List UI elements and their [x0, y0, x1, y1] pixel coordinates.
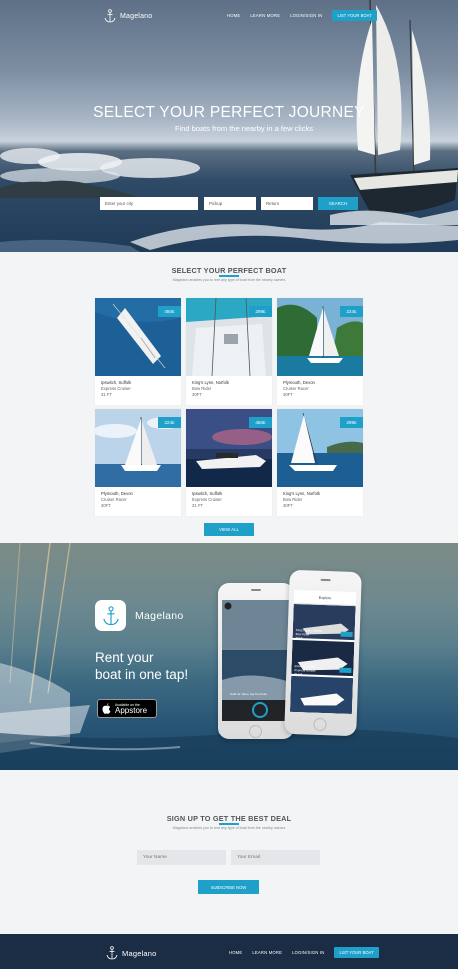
price-badge: 299£: [340, 417, 363, 428]
price-badge: 224£: [340, 306, 363, 317]
boat-card[interactable]: 224£ Plymouth, Devon Cruiser Racer 30FT: [95, 409, 181, 516]
boat-location: King's Lynn, Norfolk: [283, 491, 320, 496]
hero-subtitle: Find boats from the nearby in a few clic…: [175, 124, 313, 133]
boat-card[interactable]: 299£ King's Lynn, Norfolk Bow Rider 30FT: [186, 298, 272, 405]
phone-list-screen: Explore King's Lynn, Norfolk Bow Rider 3…: [289, 589, 357, 715]
camera-hint: Hold for video, tap for photo: [230, 692, 268, 696]
nav-link-learn-more[interactable]: LEARN MORE: [250, 13, 280, 18]
boats-section-title: SELECT YOUR PERFECT BOAT: [171, 266, 287, 275]
signup-section: SIGN UP TO GET THE BEST DEAL Magelano en…: [0, 770, 458, 934]
pickup-input[interactable]: Pickup: [204, 197, 256, 210]
brand-name: Magelano: [120, 12, 153, 20]
camera-preview-image: [222, 600, 290, 721]
brand-logo[interactable]: Magelano: [104, 9, 152, 23]
hero-section: Magelano HOME LEARN MORE LOGIN/SIGN IN L…: [0, 0, 458, 252]
price-badge: 450£: [249, 417, 272, 428]
footer-brand-logo[interactable]: Magelano: [106, 946, 157, 960]
phone-home-button: [313, 717, 327, 732]
name-input[interactable]: Your Name: [137, 850, 226, 865]
boat-length: 31 FT: [192, 503, 203, 508]
anchor-icon: [106, 946, 118, 960]
phone-speaker: [251, 589, 261, 591]
boat-card[interactable]: 299£ King's Lynn, Norfolk Bow Rider 30FT: [277, 409, 363, 516]
signup-title: SIGN UP TO GET THE BEST DEAL: [166, 814, 292, 823]
boat-type: Express Cruiser: [192, 497, 222, 502]
email-input[interactable]: Your Email: [231, 850, 320, 865]
phone-item-length: 31 FT: [294, 672, 303, 677]
anchor-icon: [102, 605, 119, 625]
app-headline-line1: Rent your: [95, 650, 154, 665]
hero-island-image: [0, 180, 140, 198]
footer-link-home[interactable]: HOME: [229, 950, 242, 955]
boat-location: Ipswitch, Suffolk: [192, 491, 223, 496]
view-all-button[interactable]: VIEW ALL: [204, 523, 254, 536]
boat-type: Bow Rider: [283, 497, 303, 502]
boat-location: Plymouth, Devon: [101, 491, 133, 496]
boat-location: King's Lynn, Norfolk: [192, 380, 229, 385]
phone-item-1: King's Lynn, Norfolk Bow Rider 30FT: [295, 628, 322, 641]
appstore-badge[interactable]: Available on the Appstore: [97, 699, 157, 718]
boat-card[interactable]: 224£ Plymouth, Devon Cruiser Racer 30FT: [277, 298, 363, 405]
phone-camera-screen: Hold for video, tap for photo: [222, 600, 290, 721]
boat-card[interactable]: 450£ Ipswitch, Suffolk Express Cruiser 3…: [95, 298, 181, 405]
phone-item-2: Ipswitch, Suffolk Express Cruiser 31 FT: [294, 664, 316, 677]
price-badge: 450£: [158, 306, 181, 317]
boat-card[interactable]: 450£ Ipswitch, Suffolk Express Cruiser 3…: [186, 409, 272, 516]
app-name: Magelano: [135, 610, 184, 622]
footer-menu: HOME LEARN MORE LOGIN/SIGN IN LIST YOUR …: [229, 947, 379, 958]
apple-icon: [102, 703, 111, 714]
app-promo-section: Magelano Rent your boat in one tap! Avai…: [0, 543, 458, 770]
app-logo-tile: [95, 600, 126, 631]
boat-length: 31 FT: [101, 392, 112, 397]
signup-subtitle: Magelano enables you to rent any type of…: [172, 826, 286, 830]
boat-type: Bow Rider: [192, 386, 212, 391]
list-your-boat-button[interactable]: LIST YOUR BOAT: [332, 10, 377, 21]
boat-type: Cruiser Racer: [283, 386, 309, 391]
boats-title-accent: [219, 275, 239, 277]
subscribe-button[interactable]: SUBSCRIBE NOW: [198, 880, 259, 894]
nav-link-home[interactable]: HOME: [227, 13, 240, 18]
boat-type: Express Cruiser: [101, 386, 131, 391]
price-badge: 299£: [249, 306, 272, 317]
boat-length: 30FT: [283, 392, 293, 397]
nav-menu: HOME LEARN MORE LOGIN/SIGN IN LIST YOUR …: [227, 10, 377, 21]
hero-title: SELECT YOUR PERFECT JOURNEY: [93, 104, 365, 121]
phone-item-length: 30FT: [295, 636, 303, 641]
top-navigation: Magelano HOME LEARN MORE LOGIN/SIGN IN L…: [0, 0, 458, 32]
phone-speaker: [320, 578, 331, 581]
search-button[interactable]: SEARCH: [318, 197, 358, 210]
boat-type: Cruiser Racer: [101, 497, 127, 502]
boat-location: Plymouth, Devon: [283, 380, 315, 385]
footer-brand-name: Magelano: [122, 948, 157, 958]
phone-home-button: [249, 725, 262, 738]
footer-link-learn-more[interactable]: LEARN MORE: [252, 950, 282, 955]
price-badge: 224£: [158, 417, 181, 428]
return-input[interactable]: Return: [261, 197, 313, 210]
footer: Magelano HOME LEARN MORE LOGIN/SIGN IN L…: [0, 934, 458, 969]
boat-length: 30FT: [283, 503, 293, 508]
nav-link-login[interactable]: LOGIN/SIGN IN: [290, 13, 322, 18]
boat-length: 30FT: [101, 503, 111, 508]
city-input[interactable]: Enter your city: [100, 197, 198, 210]
boat-length: 30FT: [192, 392, 202, 397]
anchor-icon: [104, 9, 116, 23]
footer-list-your-boat-button[interactable]: LIST YOUR BOAT: [334, 947, 379, 958]
phone-list-mockup: Explore King's Lynn, Norfolk Bow Rider 3…: [284, 569, 362, 737]
phone-camera-mockup: Hold for video, tap for photo: [218, 583, 294, 739]
footer-link-login[interactable]: LOGIN/SIGN IN: [292, 950, 324, 955]
boats-section-subtitle: Magelano enables you to rent any type of…: [172, 278, 286, 282]
appstore-big-text: Appstore: [115, 705, 148, 715]
signup-title-accent: [219, 823, 239, 825]
boat-location: Ipswitch, Suffolk: [101, 380, 132, 385]
phone-boat-list-image: [289, 603, 356, 715]
app-headline-line2: boat in one tap!: [95, 667, 189, 682]
